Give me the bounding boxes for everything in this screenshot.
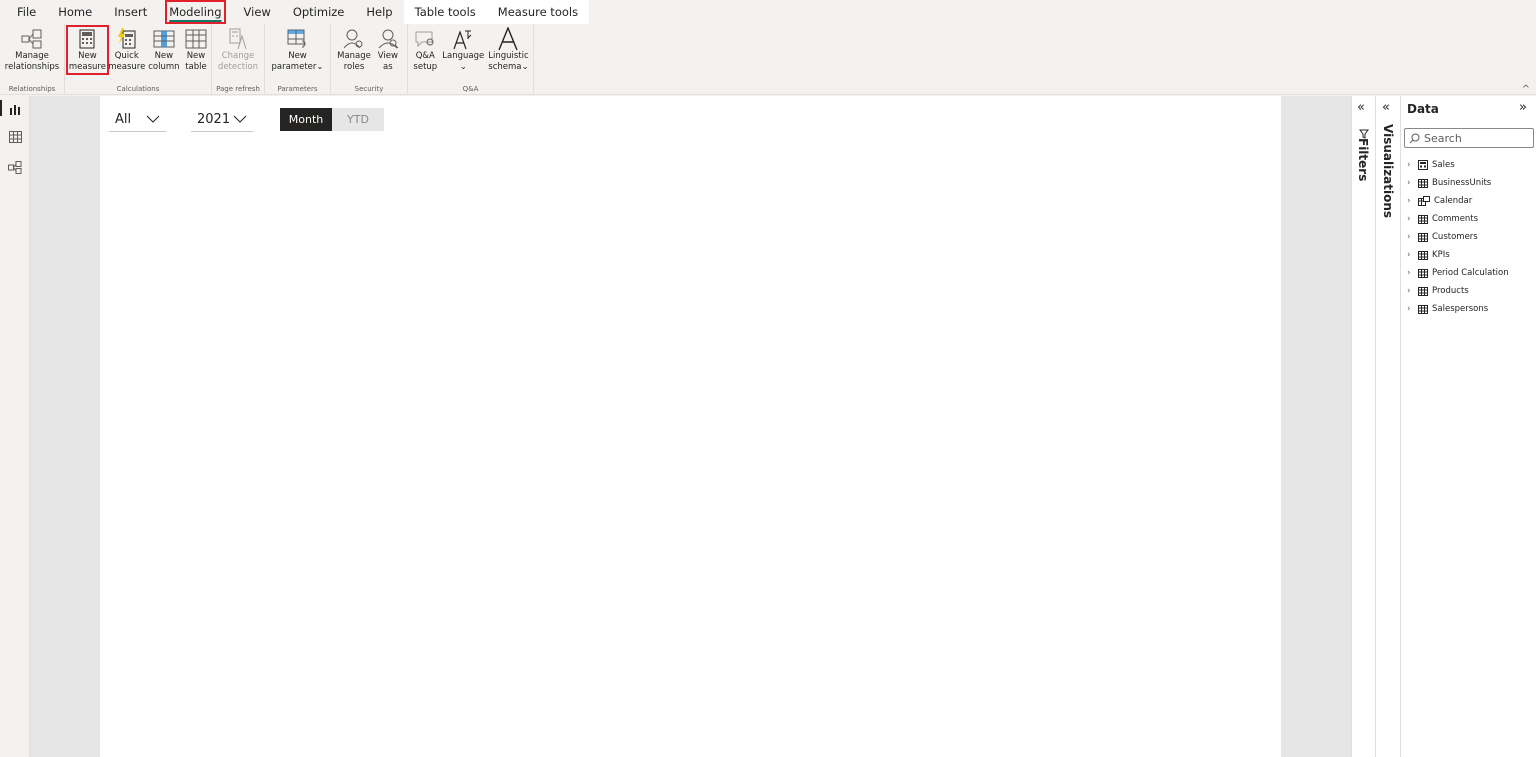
expand-filters-icon[interactable]: « bbox=[1357, 100, 1365, 115]
tab-optimize[interactable]: Optimize bbox=[282, 0, 356, 24]
group-parameters: New parameter⌄ Parameters bbox=[265, 24, 331, 95]
new-measure-button[interactable]: New measure bbox=[66, 25, 109, 75]
table-item-products[interactable]: › Products bbox=[1407, 282, 1509, 300]
view-as-icon bbox=[377, 27, 399, 51]
chevron-right-icon: › bbox=[1407, 196, 1411, 206]
table-icon bbox=[1418, 268, 1428, 278]
chevron-right-icon: › bbox=[1407, 160, 1411, 170]
tab-help[interactable]: Help bbox=[355, 0, 403, 24]
new-table-button[interactable]: New table bbox=[181, 27, 211, 73]
table-icon bbox=[1418, 232, 1428, 242]
chevron-right-icon: › bbox=[1407, 268, 1411, 278]
table-item-businessunits[interactable]: › BusinessUnits bbox=[1407, 174, 1509, 192]
group-page-refresh: Change detection Page refresh bbox=[212, 24, 265, 95]
chevron-right-icon: › bbox=[1407, 304, 1411, 314]
calendar-table-icon bbox=[1418, 196, 1430, 206]
linguistic-schema-button[interactable]: Linguistic schema⌄ bbox=[486, 27, 530, 73]
group-calculations: New measure Quick measure New column New… bbox=[65, 24, 212, 95]
tab-view[interactable]: View bbox=[233, 0, 282, 24]
quick-measure-button[interactable]: Quick measure bbox=[107, 27, 147, 73]
filters-pane[interactable]: « Filters bbox=[1351, 96, 1376, 757]
expand-visualizations-icon[interactable]: « bbox=[1382, 100, 1390, 115]
chevron-right-icon: › bbox=[1407, 286, 1411, 296]
table-item-customers[interactable]: › Customers bbox=[1407, 228, 1509, 246]
field-list: › Sales › BusinessUnits › Calendar › Com… bbox=[1407, 156, 1509, 318]
new-column-button[interactable]: New column bbox=[147, 27, 181, 73]
tab-insert[interactable]: Insert bbox=[103, 0, 158, 24]
tab-file[interactable]: File bbox=[6, 0, 47, 24]
language-icon bbox=[452, 27, 474, 51]
change-detection-icon bbox=[227, 27, 249, 51]
view-as-button[interactable]: View as bbox=[373, 27, 403, 73]
roles-icon bbox=[343, 27, 365, 51]
data-pane: Data » Search › Sales › BusinessUnits › … bbox=[1401, 96, 1536, 757]
table-icon bbox=[1418, 286, 1428, 296]
table-icon bbox=[1418, 304, 1428, 314]
filters-label: Filters bbox=[1356, 138, 1370, 182]
left-nav bbox=[0, 96, 30, 757]
new-parameter-button[interactable]: New parameter⌄ bbox=[270, 27, 326, 73]
manage-relationships-button[interactable]: Manage relationships bbox=[3, 27, 61, 73]
visualizations-label: Visualizations bbox=[1381, 124, 1395, 219]
tab-table-tools[interactable]: Table tools bbox=[403, 0, 487, 24]
table-item-salespersons[interactable]: › Salespersons bbox=[1407, 300, 1509, 318]
ytd-button[interactable]: YTD bbox=[332, 108, 384, 131]
collapse-ribbon-icon[interactable]: ^ bbox=[1522, 84, 1530, 95]
period-toggle: Month YTD bbox=[280, 108, 384, 131]
chevron-down-icon bbox=[146, 112, 160, 127]
qa-setup-button[interactable]: Q&A setup bbox=[410, 27, 440, 73]
slicer-all-dropdown[interactable]: All bbox=[109, 108, 166, 132]
table-icon bbox=[185, 27, 207, 51]
table-view-icon[interactable] bbox=[0, 122, 30, 152]
table-item-period-calculation[interactable]: › Period Calculation bbox=[1407, 264, 1509, 282]
parameter-icon bbox=[287, 27, 309, 51]
table-icon bbox=[1418, 250, 1428, 260]
table-item-calendar[interactable]: › Calendar bbox=[1407, 192, 1509, 210]
table-item-comments[interactable]: › Comments bbox=[1407, 210, 1509, 228]
chevron-right-icon: › bbox=[1407, 250, 1411, 260]
slicer-year-dropdown[interactable]: 2021 bbox=[191, 108, 253, 132]
search-icon bbox=[1409, 133, 1420, 144]
group-relationships: Manage relationships Relationships bbox=[0, 24, 65, 95]
quick-measure-icon bbox=[116, 27, 138, 51]
tab-measure-tools[interactable]: Measure tools bbox=[486, 0, 590, 24]
calculator-icon bbox=[76, 27, 98, 51]
language-button[interactable]: Language ⌄ bbox=[440, 27, 486, 73]
measure-table-icon bbox=[1418, 160, 1428, 170]
chevron-right-icon: › bbox=[1407, 178, 1411, 188]
visualizations-pane[interactable]: « Visualizations bbox=[1376, 96, 1401, 757]
table-icon bbox=[1418, 178, 1428, 188]
group-security: Manage roles View as Security bbox=[331, 24, 408, 95]
chevron-right-icon: › bbox=[1407, 232, 1411, 242]
table-item-kpis[interactable]: › KPIs bbox=[1407, 246, 1509, 264]
relationships-icon bbox=[21, 27, 43, 51]
menu-bar: File Home Insert Modeling View Optimize … bbox=[0, 0, 1536, 24]
chevron-right-icon: › bbox=[1407, 214, 1411, 224]
tab-modeling[interactable]: Modeling bbox=[165, 0, 226, 24]
model-view-icon[interactable] bbox=[0, 152, 30, 182]
tab-home[interactable]: Home bbox=[47, 0, 103, 24]
ribbon: Manage relationships Relationships New m… bbox=[0, 24, 1536, 95]
qa-setup-icon bbox=[414, 27, 436, 51]
report-view-icon[interactable] bbox=[0, 96, 30, 122]
manage-roles-button[interactable]: Manage roles bbox=[335, 27, 373, 73]
column-icon bbox=[153, 27, 175, 51]
data-search-input[interactable]: Search bbox=[1404, 128, 1534, 148]
month-button[interactable]: Month bbox=[280, 108, 332, 131]
data-pane-title: Data bbox=[1407, 102, 1439, 116]
table-icon bbox=[1418, 214, 1428, 224]
group-qa: Q&A setup Language ⌄ Linguistic schema⌄ … bbox=[408, 24, 534, 95]
change-detection-button[interactable]: Change detection bbox=[216, 27, 260, 73]
linguistic-schema-icon bbox=[497, 27, 519, 51]
chevron-down-icon bbox=[233, 112, 247, 127]
table-item-sales[interactable]: › Sales bbox=[1407, 156, 1509, 174]
report-canvas: All 2021 Month YTD bbox=[100, 96, 1281, 757]
collapse-data-pane-icon[interactable]: » bbox=[1519, 100, 1527, 115]
